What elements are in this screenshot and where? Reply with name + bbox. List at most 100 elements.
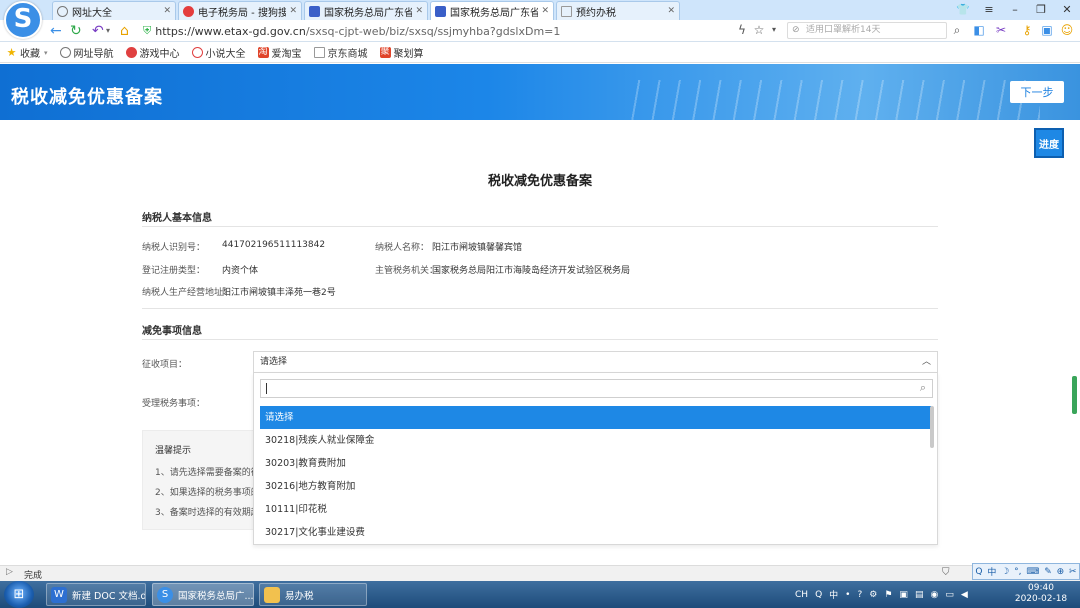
close-icon[interactable]: ✕ — [415, 6, 423, 16]
page-scrollbar-thumb[interactable] — [1072, 376, 1077, 414]
dropdown-option-selected[interactable]: 请选择 — [260, 406, 931, 429]
help-icon[interactable]: ? — [857, 590, 862, 600]
dropdown-scrollbar[interactable] — [930, 406, 934, 448]
windows-taskbar: ⊞ W 新建 DOC 文档.d... S 国家税务总局广... 易办税 CH Q… — [0, 581, 1080, 608]
tool-icon[interactable]: ✂ — [1069, 567, 1077, 577]
chevron-down-icon[interactable]: ▾ — [767, 23, 781, 37]
shield-icon[interactable]: ⛉ — [942, 567, 950, 578]
gear-icon[interactable]: ⚙ — [869, 590, 877, 600]
next-step-button[interactable]: 下一步 — [1010, 81, 1064, 103]
levy-item-select[interactable]: 请选择 ︿ — [253, 351, 938, 373]
display-icon[interactable]: ▭ — [945, 590, 954, 600]
dropdown-search-input[interactable]: ⌕ — [260, 379, 933, 398]
network-icon[interactable]: ▤ — [915, 590, 924, 600]
progress-button[interactable]: 进度 — [1034, 128, 1064, 158]
close-icon[interactable]: ✕ — [667, 6, 675, 16]
tab-url-directory[interactable]: 网址大全 ✕ — [52, 1, 176, 20]
ime-chinese-toggle[interactable]: 中 — [987, 565, 996, 578]
skin-icon[interactable]: 👕 — [950, 0, 976, 20]
ime-tray-icon[interactable]: Q — [815, 590, 822, 600]
undo-icon[interactable]: ↶ — [92, 22, 104, 40]
close-icon[interactable]: ✕ — [289, 6, 297, 16]
bookmark-label: 小说大全 — [205, 49, 246, 60]
chevron-down-icon[interactable]: ▾ — [106, 22, 110, 40]
app-tray-icon[interactable]: ▣ — [899, 590, 908, 600]
dropdown-option[interactable]: 30216|地方教育附加 — [260, 475, 931, 498]
taskbar-label: 新建 DOC 文档.d... — [72, 590, 146, 602]
divider — [142, 226, 938, 227]
ime-chinese-icon[interactable]: 中 — [829, 588, 838, 601]
dropdown-option[interactable]: 30217|文化事业建设费 — [260, 521, 931, 544]
browser-tab-strip: S 网址大全 ✕ 电子税务局 - 搜狗搜索 ✕ 国家税务总局广东省电子 ✕ 国家… — [0, 0, 1080, 39]
close-icon[interactable]: ✕ — [541, 6, 549, 16]
taskbar-item-wps-doc[interactable]: W 新建 DOC 文档.d... — [46, 583, 146, 606]
menu-icon[interactable]: ≡ — [976, 0, 1002, 20]
bookmark-jd[interactable]: 京东商城 — [313, 45, 368, 60]
taxpayer-id-value: 441702196511113842 — [222, 240, 326, 250]
play-icon[interactable]: ▷ — [6, 567, 13, 577]
smile-icon[interactable]: ☺ — [1060, 23, 1074, 37]
search-input[interactable]: ⊘ 适用口罩解析14天 — [787, 22, 947, 39]
pen-icon[interactable]: ✎ — [1044, 567, 1052, 577]
start-button-icon[interactable]: ⊞ — [4, 581, 34, 608]
language-indicator[interactable]: CH — [795, 590, 808, 600]
tips-panel: 温馨提示 1、请先选择需要备案的征 2、如果选择的税务事项的 3、备案时选择的有… — [142, 430, 260, 530]
taskbar-item-browser[interactable]: S 国家税务总局广... — [152, 583, 254, 606]
dropdown-options: 请选择 30218|残疾人就业保障金 30203|教育费附加 30216|地方教… — [260, 406, 931, 544]
moon-icon[interactable]: ☽ — [1001, 567, 1009, 577]
url-host: https://www.etax-gd.gov.cn — [155, 24, 306, 38]
extension-icon[interactable]: ◧ — [972, 23, 986, 37]
sogou-browser-logo-icon[interactable]: S — [4, 1, 42, 39]
scissors-icon[interactable]: ✂ — [994, 23, 1008, 37]
settings-icon[interactable]: ⊕ — [1057, 567, 1065, 577]
chevron-down-icon: ▾ — [44, 48, 48, 57]
business-address-value: 阳江市闸坡镇丰泽苑一巷2号 — [222, 288, 336, 298]
clock-date: 2020-02-18 — [1014, 594, 1068, 604]
address-toolbar: ← ↻ ↶ ▾ ⌂ ⛨ https://www.etax-gd.gov.cn/s… — [0, 20, 1080, 42]
tab-sogou-search[interactable]: 电子税务局 - 搜狗搜索 ✕ — [178, 1, 302, 20]
taskbar-clock[interactable]: 09:40 2020-02-18 — [1010, 583, 1072, 605]
bookmark-novels[interactable]: 小说大全 — [191, 45, 246, 60]
search-icon: ⊘ — [792, 25, 800, 35]
dropdown-option[interactable]: 30203|教育费附加 — [260, 452, 931, 475]
chevron-down-icon[interactable]: • — [845, 590, 850, 600]
wps-icon: W — [51, 586, 67, 603]
close-window-icon[interactable]: ✕ — [1054, 0, 1080, 20]
bookmark-taobao[interactable]: 淘 爱淘宝 — [257, 45, 302, 60]
tab-etax-1[interactable]: 国家税务总局广东省电子 ✕ — [304, 1, 428, 20]
search-placeholder: 适用口罩解析14天 — [806, 25, 881, 35]
key-icon[interactable]: ⚷ — [1020, 23, 1034, 37]
bookmark-juhuasuan[interactable]: 聚 聚划算 — [379, 45, 424, 60]
tax-office-label: 主管税务机关： — [375, 266, 439, 276]
taskbar-label: 国家税务总局广... — [178, 590, 254, 602]
bookmark-game-center[interactable]: 游戏中心 — [125, 45, 180, 60]
punctuation-icon[interactable]: °, — [1014, 567, 1021, 577]
refresh-icon[interactable]: ↻ — [70, 22, 82, 40]
back-arrow-icon[interactable]: ← — [50, 22, 62, 40]
minimize-icon[interactable]: – — [1002, 0, 1028, 20]
ime-toolbar: Q 中 ☽ °, ⌨ ✎ ⊕ ✂ — [972, 563, 1080, 580]
security-icon[interactable]: ◉ — [930, 590, 938, 600]
tab-appointment[interactable]: 预约办税 ✕ — [556, 1, 680, 20]
lightning-icon[interactable]: ϟ — [735, 23, 749, 37]
tax-matter-label: 受理税务事项： — [142, 399, 206, 409]
bookmark-favorites[interactable]: ★ 收藏 ▾ — [6, 45, 48, 60]
volume-icon[interactable]: ◀ — [961, 590, 968, 600]
search-icon[interactable]: ⌕ — [950, 23, 964, 37]
chevron-up-icon[interactable]: ︿ — [922, 352, 931, 372]
home-icon[interactable]: ⌂ — [120, 22, 129, 40]
taskbar-item-folder[interactable]: 易办税 — [259, 583, 367, 606]
url-field[interactable]: ⛨ https://www.etax-gd.gov.cn/sxsq-cjpt-w… — [143, 22, 783, 40]
dropdown-option[interactable]: 10111|印花税 — [260, 498, 931, 521]
levy-item-dropdown: ⌕ 请选择 30218|残疾人就业保障金 30203|教育费附加 30216|地… — [253, 373, 938, 545]
bookmark-star-icon[interactable]: ☆ — [752, 23, 766, 37]
flag-icon[interactable]: ⚑ — [884, 590, 892, 600]
bookmark-url-nav[interactable]: 网址导航 — [59, 45, 114, 60]
screenshot-icon[interactable]: ▣ — [1040, 23, 1054, 37]
close-icon[interactable]: ✕ — [163, 6, 171, 16]
tab-etax-2-active[interactable]: 国家税务总局广东省电子 ✕ — [430, 1, 554, 20]
maximize-icon[interactable]: ❐ — [1028, 0, 1054, 20]
ime-logo-icon[interactable]: Q — [975, 567, 982, 577]
dropdown-option[interactable]: 30218|残疾人就业保障金 — [260, 429, 931, 452]
keyboard-icon[interactable]: ⌨ — [1026, 567, 1039, 577]
